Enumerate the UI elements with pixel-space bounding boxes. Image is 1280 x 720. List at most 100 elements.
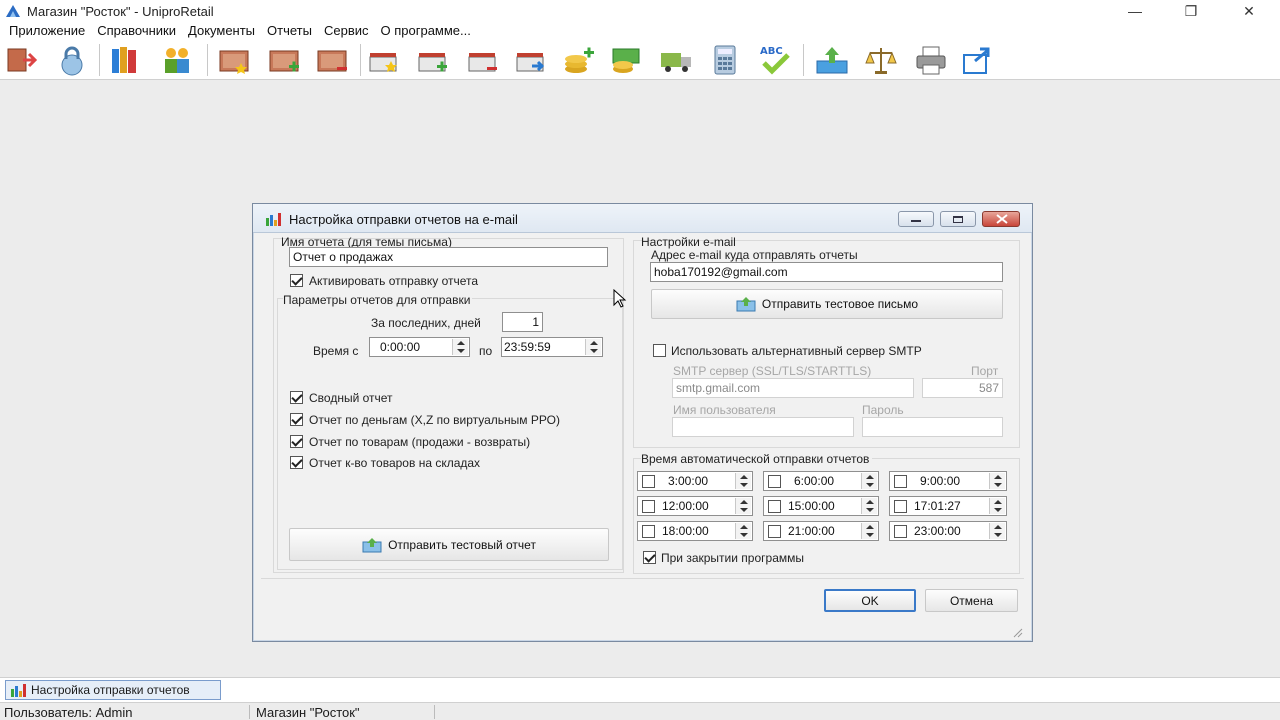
send-test-report-button[interactable]: Отправить тестовый отчет xyxy=(289,528,609,561)
lock-icon[interactable] xyxy=(55,43,89,77)
box-add-icon[interactable] xyxy=(416,43,450,77)
folder-remove-icon[interactable] xyxy=(315,43,349,77)
last-days-label: За последних, дней xyxy=(371,316,481,330)
calculator-icon[interactable] xyxy=(708,43,742,77)
last-days-input[interactable]: 1 xyxy=(502,312,543,332)
cancel-button[interactable]: Отмена xyxy=(925,589,1018,612)
spin-arrows-icon[interactable] xyxy=(861,523,877,539)
spin-arrows-icon[interactable] xyxy=(735,473,751,489)
menu-reports[interactable]: Отчеты xyxy=(261,22,318,40)
port-input[interactable]: 587 xyxy=(922,378,1003,398)
money-report-checkbox[interactable] xyxy=(290,413,303,426)
spin-arrows-icon[interactable] xyxy=(989,523,1005,539)
menu-service[interactable]: Сервис xyxy=(318,22,375,40)
goods-report-checkbox[interactable] xyxy=(290,435,303,448)
summary-report-checkbox[interactable] xyxy=(290,391,303,404)
time-slot-15[interactable]: 15:00:00 xyxy=(763,496,879,516)
status-store: Магазин "Росток" xyxy=(256,705,360,720)
time-slot-checkbox[interactable] xyxy=(894,500,907,513)
time-from-spinner[interactable]: 0:00:00 xyxy=(369,337,470,357)
spin-arrows-icon[interactable] xyxy=(861,473,877,489)
spin-arrows-icon[interactable] xyxy=(861,498,877,514)
export-icon[interactable] xyxy=(961,43,995,77)
users-icon[interactable] xyxy=(160,43,194,77)
activate-report-checkbox[interactable] xyxy=(290,274,303,287)
menu-about[interactable]: О программе... xyxy=(375,22,477,40)
time-slot-18[interactable]: 18:00:00 xyxy=(637,521,753,541)
spin-arrows-icon[interactable] xyxy=(989,498,1005,514)
email-settings-label: Настройки e-mail xyxy=(641,235,736,249)
time-slot-21[interactable]: 21:00:00 xyxy=(763,521,879,541)
spin-arrows-icon[interactable] xyxy=(452,339,468,355)
email-to-input[interactable]: hoba170192@gmail.com xyxy=(650,262,1003,282)
toolbar-separator xyxy=(207,44,208,76)
dialog-minimize-button[interactable] xyxy=(898,211,934,227)
dialog-close-button[interactable] xyxy=(982,211,1020,227)
time-slot-3[interactable]: 3:00:00 xyxy=(637,471,753,491)
spin-arrows-icon[interactable] xyxy=(989,473,1005,489)
coins-add-icon[interactable] xyxy=(562,43,596,77)
on-close-label: При закрытии программы xyxy=(661,551,804,565)
report-name-input[interactable]: Отчет о продажах xyxy=(289,247,608,267)
printer-icon[interactable] xyxy=(914,43,948,77)
spin-arrows-icon[interactable] xyxy=(735,498,751,514)
time-slot-checkbox[interactable] xyxy=(768,475,781,488)
time-to-spinner[interactable]: 23:59:59 xyxy=(501,337,603,357)
send-test-report-label: Отправить тестовый отчет xyxy=(388,537,536,552)
time-slot-value: 3:00:00 xyxy=(668,474,709,488)
box-arrow-icon[interactable] xyxy=(514,43,548,77)
chart-icon xyxy=(11,684,26,697)
toolbar: ABC xyxy=(0,40,1280,80)
menu-directories[interactable]: Справочники xyxy=(91,22,182,40)
maximize-button[interactable]: ❐ xyxy=(1168,0,1214,22)
on-close-checkbox[interactable] xyxy=(643,551,656,564)
dialog-title-bar: Настройка отправки отчетов на e-mail xyxy=(253,204,1032,233)
send-test-letter-button[interactable]: Отправить тестовое письмо xyxy=(651,289,1003,319)
close-window-button[interactable]: ✕ xyxy=(1226,0,1272,22)
box-star-icon[interactable] xyxy=(367,43,401,77)
time-slot-checkbox[interactable] xyxy=(642,475,655,488)
resize-grip-icon[interactable] xyxy=(1011,626,1023,638)
folder-star-icon[interactable] xyxy=(217,43,251,77)
folder-add-icon[interactable] xyxy=(267,43,301,77)
password-input[interactable] xyxy=(862,417,1003,437)
time-slot-checkbox[interactable] xyxy=(642,500,655,513)
menu-documents[interactable]: Документы xyxy=(182,22,261,40)
spin-arrows-icon[interactable] xyxy=(585,339,601,355)
time-slot-checkbox[interactable] xyxy=(768,525,781,538)
mail-send-icon xyxy=(736,297,756,312)
dialog-maximize-button[interactable] xyxy=(940,211,976,227)
time-slot-9[interactable]: 9:00:00 xyxy=(889,471,1007,491)
alt-smtp-checkbox[interactable] xyxy=(653,344,666,357)
ok-button[interactable]: OK xyxy=(824,589,916,612)
spellcheck-icon[interactable]: ABC xyxy=(758,43,792,77)
scales-icon[interactable] xyxy=(864,43,898,77)
box-remove-icon[interactable] xyxy=(466,43,500,77)
books-icon[interactable] xyxy=(108,43,142,77)
time-slot-17[interactable]: 17:01:27 xyxy=(889,496,1007,516)
taskbar-item[interactable]: Настройка отправки отчетов xyxy=(5,680,221,700)
menu-application[interactable]: Приложение xyxy=(3,22,91,40)
goods-report-label: Отчет по товарам (продажи - возвраты) xyxy=(309,435,531,449)
username-input[interactable] xyxy=(672,417,854,437)
time-slot-23[interactable]: 23:00:00 xyxy=(889,521,1007,541)
time-slot-6[interactable]: 6:00:00 xyxy=(763,471,879,491)
smtp-server-input[interactable]: smtp.gmail.com xyxy=(672,378,914,398)
status-separator xyxy=(434,705,435,719)
svg-text:ABC: ABC xyxy=(760,46,783,57)
username-label: Имя пользователя xyxy=(673,403,776,417)
time-slot-12[interactable]: 12:00:00 xyxy=(637,496,753,516)
time-slot-checkbox[interactable] xyxy=(894,475,907,488)
time-slot-checkbox[interactable] xyxy=(642,525,655,538)
status-user: Пользователь: Admin xyxy=(4,705,133,720)
exit-icon[interactable] xyxy=(5,43,39,77)
truck-icon[interactable] xyxy=(659,43,693,77)
spin-arrows-icon[interactable] xyxy=(735,523,751,539)
upload-icon[interactable] xyxy=(815,43,849,77)
stock-report-checkbox[interactable] xyxy=(290,456,303,469)
money-icon[interactable] xyxy=(609,43,643,77)
minimize-button[interactable]: — xyxy=(1112,0,1158,22)
time-slot-checkbox[interactable] xyxy=(768,500,781,513)
time-slot-checkbox[interactable] xyxy=(894,525,907,538)
alt-smtp-label: Использовать альтернативный сервер SMTP xyxy=(671,344,922,358)
